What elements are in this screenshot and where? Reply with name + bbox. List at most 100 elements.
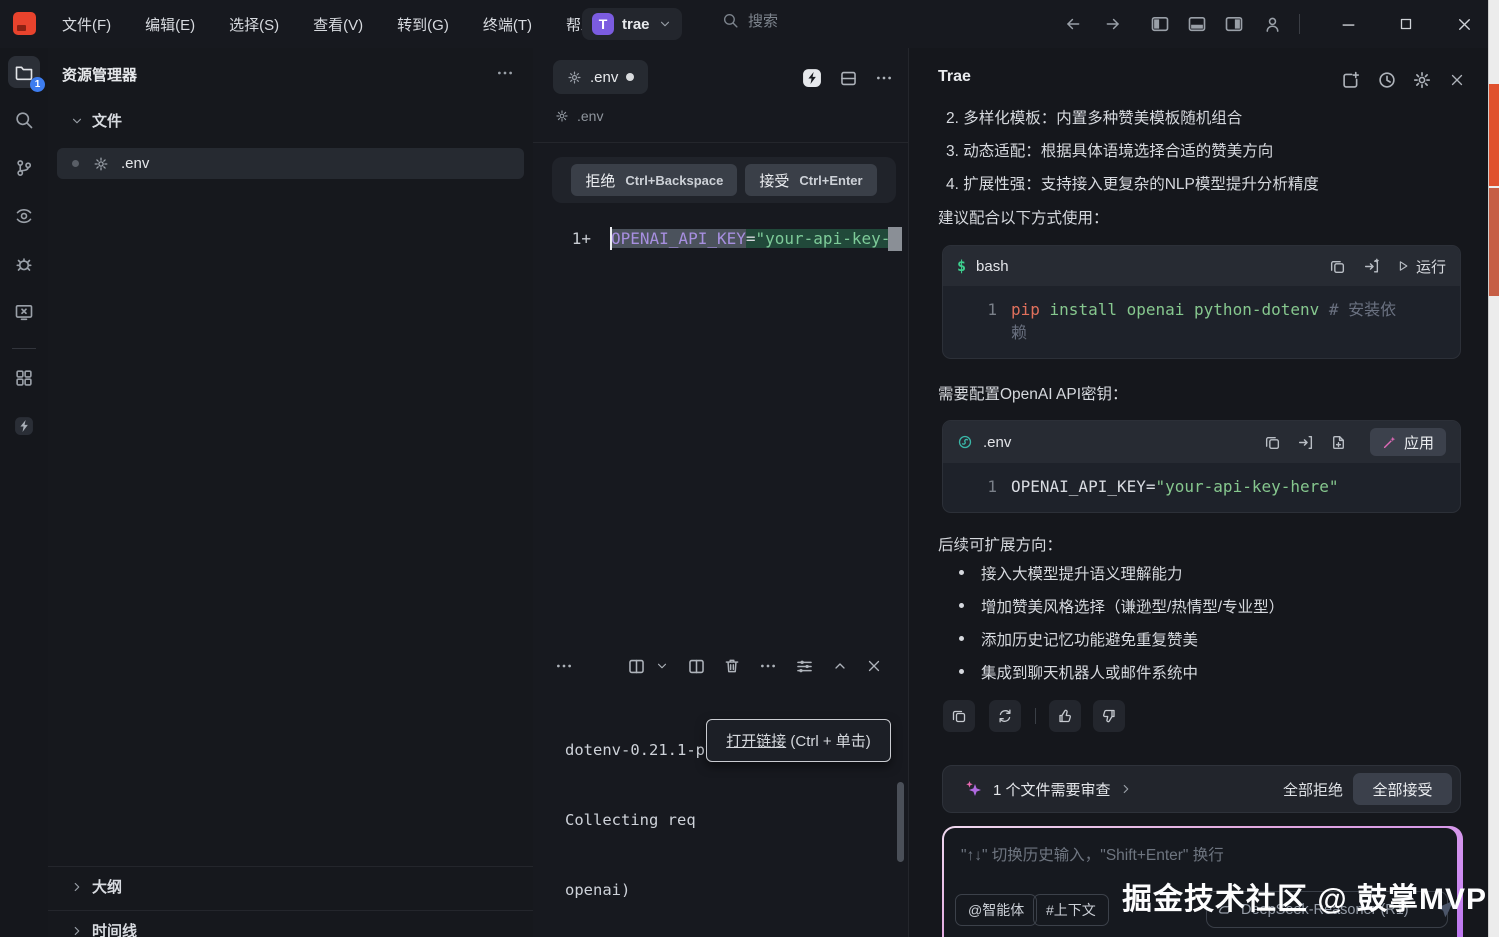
editor-more-icon[interactable] — [873, 67, 895, 89]
gear-icon — [567, 70, 582, 85]
file-item-env[interactable]: .env — [57, 148, 524, 179]
env-code[interactable]: 1 OPENAI_API_KEY="your-api-key-here" — [943, 463, 1460, 512]
terminal-trash-icon[interactable] — [721, 655, 743, 677]
app-window: 文件(F) 编辑(E) 选择(S) 查看(V) 转到(G) 终端(T) 帮助(H… — [0, 0, 1499, 937]
list-item: 4. 扩展性强：支持接入更复杂的NLP模型提升分析精度 — [946, 172, 1319, 194]
close-panel-icon[interactable] — [1446, 69, 1468, 91]
review-count-text[interactable]: 1 个文件需要审查 — [993, 779, 1111, 800]
copy-icon[interactable] — [1263, 432, 1283, 452]
breadcrumb[interactable]: .env — [555, 108, 603, 124]
titlebar-divider — [1299, 14, 1300, 34]
terminal-close-icon[interactable] — [863, 655, 885, 677]
terminal-maximize-chevron-icon[interactable] — [829, 655, 851, 677]
thumbs-down-icon[interactable] — [1093, 700, 1125, 732]
terminal-panel: dotenv-0.21.1-py3-none-any.whl Collectin… — [533, 645, 908, 937]
project-badge: T — [592, 13, 614, 35]
bullet-dot — [959, 636, 964, 641]
insert-to-terminal-icon[interactable] — [1362, 256, 1382, 276]
terminal-profile-chevron-icon[interactable] — [651, 655, 673, 677]
menu-file[interactable]: 文件(F) — [56, 10, 117, 39]
env-code-block: .env 应用 1 OPENAI_API_KEY="your-api-key-h… — [942, 420, 1461, 513]
search-placeholder: 搜索 — [748, 10, 778, 31]
extensions-icon[interactable] — [8, 362, 40, 394]
menu-select[interactable]: 选择(S) — [223, 10, 285, 39]
timeline-section-header[interactable]: 时间线 — [70, 920, 137, 937]
copy-message-icon[interactable] — [943, 700, 975, 732]
trae-marketplace-icon[interactable] — [8, 410, 40, 442]
menu-edit[interactable]: 编辑(E) — [139, 10, 201, 39]
activity-bar: 1 — [0, 48, 49, 937]
terminal-more-left-icon[interactable] — [553, 655, 575, 677]
new-chat-icon[interactable] — [1340, 69, 1362, 91]
explorer-sidebar: 资源管理器 文件 .env 大纲 时间线 — [48, 48, 534, 937]
sidebar-more-icon[interactable] — [496, 64, 514, 82]
code-key-token: OPENAI_API_KEY — [611, 229, 746, 248]
trae-ai-panel: Trae 2. 多样化模板：内置多种赞美模板随机组合 3. 动态适配：根据具体语… — [908, 48, 1490, 937]
close-window-button[interactable] — [1454, 14, 1474, 34]
bash-code-block: $ bash 运行 1 pip install openai python-do… — [942, 245, 1461, 359]
sparkle-icon — [963, 779, 983, 799]
accept-all-button[interactable]: 全部接受 — [1353, 773, 1452, 805]
editor-divider — [533, 142, 908, 143]
global-search[interactable]: 搜索 — [722, 10, 778, 31]
env-block-header: .env 应用 — [943, 421, 1460, 463]
accept-button[interactable]: 接受 Ctrl+Enter — [745, 164, 876, 196]
bullet-dot — [959, 570, 964, 575]
editor-code-line[interactable]: 1+ OPENAI_API_KEY="your-api-key-h — [533, 224, 908, 252]
menu-goto[interactable]: 转到(G) — [391, 10, 455, 39]
reject-button[interactable]: 拒绝 Ctrl+Backspace — [571, 164, 737, 196]
tab-env[interactable]: .env — [553, 60, 648, 94]
history-icon[interactable] — [1376, 69, 1398, 91]
split-editor-icon[interactable] — [837, 67, 859, 89]
terminal-scrollbar[interactable] — [897, 782, 904, 862]
outline-section-header[interactable]: 大纲 — [70, 876, 122, 897]
explorer-icon[interactable]: 1 — [8, 56, 40, 88]
dotenv-icon — [957, 434, 973, 450]
source-control-icon[interactable] — [8, 152, 40, 184]
test-console-icon[interactable] — [8, 296, 40, 328]
menu-bar: 文件(F) 编辑(E) 选择(S) 查看(V) 转到(G) 终端(T) 帮助(H… — [56, 8, 623, 40]
nav-back-icon[interactable] — [1063, 14, 1083, 34]
terminal-settings-sliders-icon[interactable] — [793, 655, 815, 677]
thumbs-up-icon[interactable] — [1049, 700, 1081, 732]
run-button[interactable]: 运行 — [1396, 256, 1446, 276]
menu-view[interactable]: 查看(V) — [307, 10, 369, 39]
terminal-more-icon[interactable] — [757, 655, 779, 677]
context-chip[interactable]: #上下文 — [1033, 894, 1109, 926]
chevron-right-icon[interactable] — [1119, 782, 1133, 796]
gear-icon — [555, 109, 569, 123]
trae-ai-icon[interactable] — [801, 67, 823, 89]
toggle-right-panel-icon[interactable] — [1224, 14, 1244, 34]
maximize-button[interactable] — [1396, 14, 1416, 34]
advice-text: 建议配合以下方式使用： — [938, 206, 1109, 228]
copy-icon[interactable] — [1328, 256, 1348, 276]
toggle-bottom-panel-icon[interactable] — [1187, 14, 1207, 34]
sidebar-divider — [48, 910, 533, 911]
editor-scrollbar[interactable] — [888, 227, 902, 251]
agent-chip[interactable]: @智能体 — [955, 894, 1037, 926]
terminal-new-split-icon[interactable] — [685, 655, 707, 677]
nav-forward-icon[interactable] — [1103, 14, 1123, 34]
new-file-icon[interactable] — [1329, 432, 1349, 452]
files-section-header[interactable]: 文件 — [70, 110, 122, 131]
shell-prompt-icon: $ — [957, 257, 966, 275]
remote-explorer-icon[interactable] — [8, 200, 40, 232]
page-scrollbar[interactable] — [1488, 0, 1499, 937]
regenerate-icon[interactable] — [989, 700, 1021, 732]
bash-code[interactable]: 1 pip install openai python-dotenv # 安装依… — [943, 286, 1460, 358]
project-switcher[interactable]: T trae — [582, 8, 682, 40]
reject-all-button[interactable]: 全部拒绝 — [1273, 779, 1353, 800]
minimize-button[interactable] — [1338, 14, 1358, 34]
terminal-split-icon[interactable] — [625, 655, 647, 677]
settings-gear-icon[interactable] — [1411, 69, 1433, 91]
search-view-icon[interactable] — [8, 104, 40, 136]
tab-modified-dot — [626, 73, 634, 81]
toggle-left-panel-icon[interactable] — [1150, 14, 1170, 34]
debug-icon[interactable] — [8, 248, 40, 280]
account-icon[interactable] — [1262, 14, 1282, 34]
apply-button[interactable]: 应用 — [1370, 428, 1446, 456]
insert-to-editor-icon[interactable] — [1296, 432, 1316, 452]
app-logo-icon[interactable] — [13, 12, 36, 35]
menu-terminal[interactable]: 终端(T) — [477, 10, 538, 39]
project-name: trae — [622, 16, 650, 33]
